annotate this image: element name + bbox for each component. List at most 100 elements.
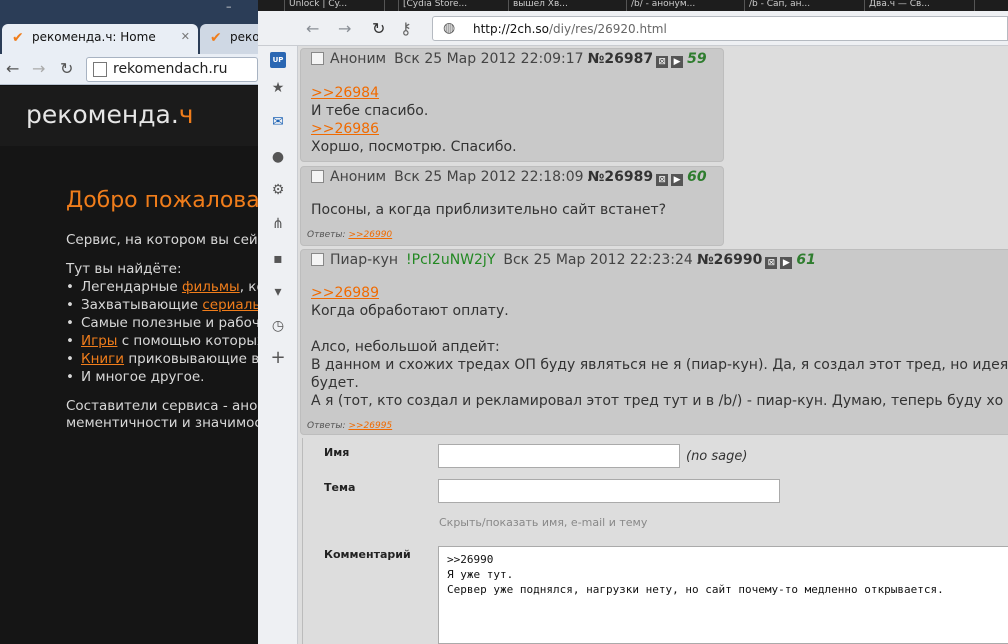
list-title: Тут вы найдёте: [66, 261, 182, 277]
name-input[interactable] [438, 444, 680, 468]
share-icon[interactable]: ⋔ [270, 216, 286, 232]
list-item: • Книги приковывающие вни [66, 351, 258, 367]
thread-post: Аноним Вск 25 Мар 2012 22:09:17 №26987 ⊠ ▶ 59… [300, 48, 724, 162]
films-link[interactable]: фильмы [182, 279, 240, 295]
mail-icon[interactable]: ✉ [270, 114, 286, 130]
sage-hint: (no sage) [686, 449, 748, 464]
series-link[interactable]: сериалы [202, 297, 258, 313]
thread-post: Аноним Вск 25 Мар 2012 22:18:09 №26989 ⊠ ▶ 60… [300, 166, 724, 246]
post-date: Вск 25 Мар 2012 22:23:24 [503, 252, 693, 268]
tab-blank[interactable] [384, 0, 398, 11]
list-item: • И многое другое. [66, 369, 204, 385]
hide-post-icon[interactable]: ⊠ [656, 174, 669, 186]
expand-post-icon[interactable]: ▶ [671, 174, 684, 186]
post-header: Аноним Вск 25 Мар 2012 22:18:09 №26989 ⊠ ▶ 60 [311, 169, 707, 186]
thread-post: Пиар-кун !PcI2uNW2jY Вск 25 Мар 2012 22:23… [300, 249, 1008, 435]
forward-arrow-icon[interactable]: → [32, 59, 45, 78]
list-item: •Захватывающие сериалы, [66, 297, 258, 313]
page-icon [93, 62, 107, 77]
comment-textarea[interactable]: >>26990 Я уже тут. Сервер уже поднялся, … [438, 546, 1008, 644]
tab-news[interactable]: вышел Хв... [508, 0, 626, 11]
hide-post-icon[interactable]: ⊠ [765, 257, 778, 269]
expand-post-icon[interactable]: ▶ [671, 56, 684, 68]
replies-link[interactable]: >>26995 [348, 421, 392, 431]
tab-b-sap[interactable]: /b - Сап, ан... [744, 0, 864, 11]
person-icon[interactable]: ● [270, 149, 286, 165]
post-number[interactable]: №26990 [697, 252, 763, 268]
gear-icon[interactable]: ⚙ [270, 182, 286, 198]
post-text: Посоны, а когда приблизительно сайт вста… [311, 202, 667, 218]
reply-link[interactable]: >>26984 [311, 85, 379, 101]
pocket-icon[interactable]: ▾ [270, 284, 286, 300]
forward-arrow-icon[interactable]: → [338, 19, 351, 38]
poster-name: Аноним [330, 169, 387, 185]
post-number[interactable]: №26989 [588, 169, 654, 185]
replies-link[interactable]: >>26990 [348, 230, 392, 240]
post-text: будет. [311, 375, 359, 391]
post-select-checkbox[interactable] [311, 170, 324, 183]
reload-icon[interactable]: ↻ [372, 19, 385, 38]
post-date: Вск 25 Мар 2012 22:18:09 [394, 169, 584, 185]
reply-link-text[interactable]: >>26986 [311, 121, 379, 137]
item-text: , кот [239, 279, 258, 295]
minimize-control[interactable]: – [226, 0, 232, 13]
star-icon[interactable]: ★ [270, 80, 286, 96]
bullet: • [66, 297, 74, 313]
clock-icon[interactable]: ◷ [270, 318, 286, 334]
left-toolbar: ← → ↻ rekomendach.ru [0, 54, 258, 85]
tab-rekomendach-2[interactable]: ✔ реко [200, 24, 258, 54]
reply-link-text[interactable]: >>26989 [311, 285, 379, 301]
replies-label: Ответы: [307, 230, 346, 240]
post-text: В данном и схожих тредах ОП буду являтьс… [311, 357, 1008, 373]
up-icon[interactable]: UP [270, 52, 286, 68]
url-host: http://2ch.so [473, 22, 550, 36]
poster-name: Аноним [330, 51, 387, 67]
tab-rekomendach-home[interactable]: ✔ рекоменда.ч: Home ✕ [2, 24, 198, 54]
toggle-fields-link[interactable]: Скрыть/показать имя, e-mail и тему [439, 516, 647, 529]
reload-icon[interactable]: ↻ [60, 59, 73, 78]
tab-unlock[interactable]: Unlock | Cy... [284, 0, 384, 11]
site-logo[interactable]: рекоменда.ч [26, 100, 194, 129]
tab-b-anonymous[interactable]: /b/ - анонум... [626, 0, 744, 11]
tab-current[interactable] [974, 0, 1008, 11]
right-browser-window: Unlock | Cy... [Cydia Store... вышел Хв.… [258, 0, 1008, 644]
bullet: • [66, 315, 74, 331]
logo-accent: ч [178, 100, 194, 129]
post-date: Вск 25 Мар 2012 22:09:17 [394, 51, 584, 67]
tab-cydia[interactable]: [Cydia Store... [398, 0, 508, 11]
note-icon[interactable]: ▪ [270, 251, 286, 267]
games-link[interactable]: Игры [81, 333, 117, 349]
item-text: с помощью которых [117, 333, 258, 349]
tab-label: реко [230, 30, 258, 44]
post-select-checkbox[interactable] [311, 253, 324, 266]
reply-link[interactable]: >>26989 [311, 285, 379, 301]
intro-text: Сервис, на котором вы сейча [66, 232, 258, 248]
checkmark-favicon-icon: ✔ [12, 30, 24, 46]
tab-label: рекоменда.ч: Home [32, 30, 156, 44]
post-number[interactable]: №26987 [588, 51, 654, 67]
reply-link[interactable]: >>26986 [311, 121, 379, 137]
post-count: 61 [796, 252, 816, 268]
back-arrow-icon[interactable]: ← [306, 19, 319, 38]
poster-name: Пиар-кун [330, 252, 399, 268]
key-icon[interactable]: ⚷ [400, 19, 412, 38]
plus-icon[interactable]: + [270, 347, 286, 368]
books-link[interactable]: Книги [81, 351, 124, 367]
item-text: Самые полезные и рабочи [81, 315, 258, 331]
subject-input[interactable] [438, 479, 780, 503]
replies-line: Ответы: >>26995 [307, 421, 392, 431]
address-bar[interactable]: ◍ http://2ch.so/diy/res/26920.html [432, 16, 1008, 41]
hide-post-icon[interactable]: ⊠ [656, 56, 669, 68]
tab-close-icon[interactable]: ✕ [181, 30, 190, 43]
comment-label: Комментарий [324, 548, 411, 561]
back-arrow-icon[interactable]: ← [6, 59, 19, 78]
replies-label: Ответы: [307, 421, 346, 431]
post-select-checkbox[interactable] [311, 52, 324, 65]
reply-link-text[interactable]: >>26984 [311, 85, 379, 101]
expand-post-icon[interactable]: ▶ [780, 257, 793, 269]
tab-dvach[interactable]: Два.ч — Св... [864, 0, 974, 11]
welcome-heading: Добро пожалова [66, 188, 258, 213]
address-bar[interactable]: rekomendach.ru [86, 57, 258, 82]
list-item: • Легендарные фильмы, кот [66, 279, 258, 295]
subject-label: Тема [324, 481, 356, 494]
